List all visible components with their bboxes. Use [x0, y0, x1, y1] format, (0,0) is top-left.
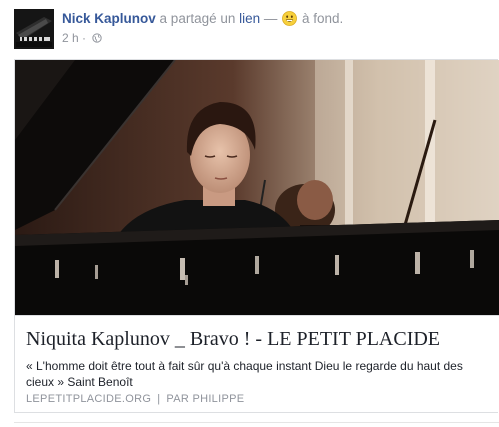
post-header: Nick Kaplunov a partagé un lien — à fond… — [62, 10, 343, 28]
globe-icon[interactable] — [92, 33, 103, 43]
link-preview-image[interactable] — [15, 60, 499, 315]
avatar-image — [14, 9, 54, 49]
happy-face-icon — [282, 11, 298, 26]
link-source: LEPETITPLACIDE.ORG | PAR PHILIPPE — [26, 392, 244, 406]
link-author: PAR PHILIPPE — [166, 393, 245, 405]
shared-link-word[interactable]: lien — [239, 11, 260, 26]
author-avatar[interactable] — [14, 9, 54, 49]
source-separator: | — [157, 393, 161, 405]
link-preview-text[interactable]: Niquita Kaplunov _ Bravo ! - LE PETIT PL… — [15, 315, 499, 413]
post-meta: 2 h · — [62, 30, 103, 46]
feeling-text: à fond. — [301, 11, 344, 26]
action-text: a partagé un — [159, 11, 236, 26]
header-dash: — — [263, 11, 278, 26]
pianist-photo — [15, 60, 499, 315]
link-domain: LEPETITPLACIDE.ORG — [26, 393, 152, 405]
feed-post: Nick Kaplunov a partagé un lien — à fond… — [0, 0, 499, 427]
link-title[interactable]: Niquita Kaplunov _ Bravo ! - LE PETIT PL… — [26, 326, 440, 352]
link-preview-card[interactable]: Niquita Kaplunov _ Bravo ! - LE PETIT PL… — [14, 59, 499, 413]
author-name-link[interactable]: Nick Kaplunov — [62, 11, 156, 26]
post-divider — [14, 422, 499, 423]
post-timestamp[interactable]: 2 h — [62, 31, 79, 45]
link-description: « L'homme doit être tout à fait sûr qu'à… — [26, 359, 463, 389]
